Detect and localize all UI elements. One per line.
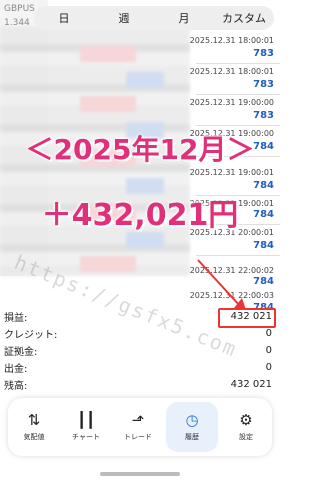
period-tabs: 日 週 月 カスタム xyxy=(34,6,274,30)
trade-time: 2025.12.31 19:00:00 xyxy=(189,98,274,107)
nav-trade[interactable]: ⬏ トレード xyxy=(112,398,164,456)
trade-value: 783 xyxy=(253,79,274,90)
symbol-price: 1.344 xyxy=(4,18,30,28)
trade-value: 784 xyxy=(253,240,274,251)
nav-label: 設定 xyxy=(239,433,253,441)
trade-icon: ⬏ xyxy=(131,411,145,429)
history-icon: ◷ xyxy=(185,411,199,429)
trade-time: 2025.12.31 18:00:01 xyxy=(189,67,274,76)
nav-label: 履歴 xyxy=(185,433,199,441)
summary-label: クレジット: xyxy=(4,329,58,341)
summary-value: 0 xyxy=(265,344,272,356)
period-headline: ＜2025年12月＞ xyxy=(25,133,255,166)
trade-time: 2025.12.31 18:00:01 xyxy=(189,36,274,45)
nav-label: 気配値 xyxy=(23,433,45,441)
quotes-icon: ⇅ xyxy=(27,411,41,429)
summary-label: 出金: xyxy=(4,363,28,375)
tab-month[interactable]: 月 xyxy=(154,10,214,26)
summary-value: 432 021 xyxy=(230,378,272,390)
trade-value: 783 xyxy=(253,48,274,59)
row-divider xyxy=(196,125,280,126)
row-divider xyxy=(196,94,280,95)
trade-time: 2025.12.31 19:00:01 xyxy=(189,168,274,177)
summary-value: 0 xyxy=(265,327,272,339)
nav-label: トレード xyxy=(124,433,152,441)
bottom-navigation: ⇅ 気配値 ┃┃ チャート ⬏ トレード ◷ 履歴 ⚙ 設定 xyxy=(8,398,272,456)
trade-value: 783 xyxy=(253,110,274,121)
nav-label: チャート xyxy=(72,433,100,441)
summary-label: 損益: xyxy=(4,312,28,324)
summary-label: 証拠金: xyxy=(4,346,38,358)
arrow-icon xyxy=(197,259,246,310)
summary-balance: 残高: 432 021 xyxy=(4,376,272,392)
tab-custom[interactable]: カスタム xyxy=(214,10,274,26)
symbol-label: GBPUS xyxy=(4,4,35,14)
nav-quotes[interactable]: ⇅ 気配値 xyxy=(8,398,60,456)
row-divider xyxy=(196,63,280,64)
summary-margin: 証拠金: 0 xyxy=(4,342,272,358)
chart-icon: ┃┃ xyxy=(76,411,96,429)
tab-week[interactable]: 週 xyxy=(94,10,154,26)
nav-settings[interactable]: ⚙ 設定 xyxy=(220,398,272,456)
profit-headline: ＋432,021円 xyxy=(41,198,239,233)
summary-credit: クレジット: 0 xyxy=(4,325,272,341)
home-indicator[interactable] xyxy=(100,472,180,476)
nav-chart[interactable]: ┃┃ チャート xyxy=(60,398,112,456)
tab-day[interactable]: 日 xyxy=(34,10,94,26)
nav-history[interactable]: ◷ 履歴 xyxy=(166,402,218,452)
row-divider xyxy=(196,255,280,256)
settings-icon: ⚙ xyxy=(239,411,253,429)
trade-value: 784 xyxy=(253,276,274,287)
summary-label: 残高: xyxy=(4,380,28,392)
summary-value: 0 xyxy=(265,361,272,373)
summary-withdrawal: 出金: 0 xyxy=(4,359,272,375)
